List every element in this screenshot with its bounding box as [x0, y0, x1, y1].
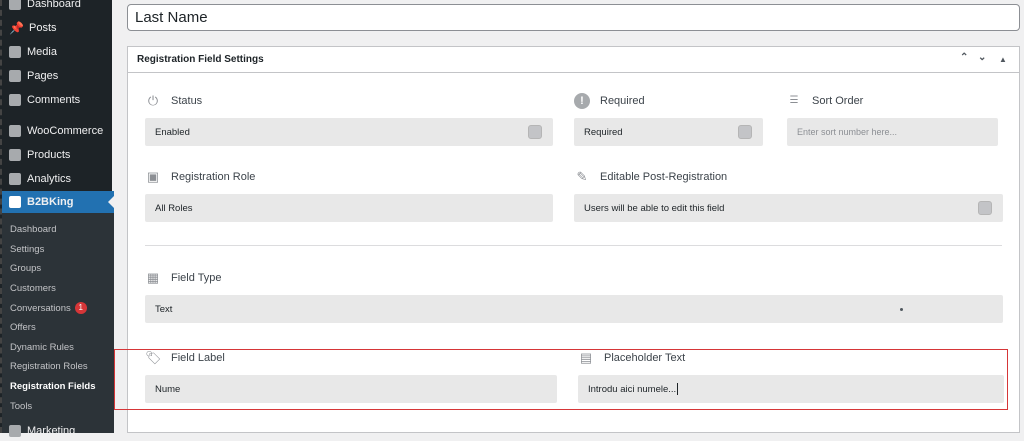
b2bking-submenu: Dashboard Settings Groups Customers Conv…: [2, 213, 114, 437]
submenu-registration-roles[interactable]: Registration Roles: [10, 358, 88, 374]
products-icon: [9, 149, 21, 161]
menu-products[interactable]: Products: [9, 145, 70, 165]
submenu-groups[interactable]: Groups: [10, 260, 41, 276]
edit-icon: ✎: [576, 169, 588, 184]
b2bking-icon: [9, 196, 21, 208]
submenu-dynamic-rules[interactable]: Dynamic Rules: [10, 339, 74, 355]
analytics-icon: [9, 173, 21, 185]
submenu-settings[interactable]: Settings: [10, 241, 44, 257]
field-type-icon: ▦: [146, 270, 160, 285]
section-divider: [145, 245, 1002, 246]
woocommerce-icon: [9, 125, 21, 137]
admin-sidebar: Dashboard 📌 Posts Media Pages Comments Wo…: [0, 0, 114, 437]
menu-analytics[interactable]: Analytics: [9, 169, 71, 189]
registration-role-select[interactable]: All Roles: [145, 194, 553, 222]
menu-comments[interactable]: Comments: [9, 90, 80, 110]
sort-order-input[interactable]: Enter sort number here...: [787, 118, 998, 146]
editable-label: ✎ Editable Post-Registration: [574, 169, 728, 185]
alert-icon: !: [574, 93, 590, 109]
sort-order-label: ☰ Sort Order: [786, 93, 864, 109]
power-icon: ⏻: [147, 93, 159, 108]
menu-posts[interactable]: 📌 Posts: [9, 18, 57, 38]
panel-header: Registration Field Settings ⌃ ⌄ ▲: [128, 47, 1019, 73]
chevron-down-icon[interactable]: ⌄: [978, 52, 986, 63]
marketing-icon: [9, 425, 21, 437]
field-type-select[interactable]: Text: [145, 295, 1003, 323]
field-type-label: ▦ Field Type: [146, 270, 222, 285]
user-card-icon: ▣: [146, 169, 160, 184]
submenu-customers[interactable]: Customers: [10, 280, 56, 296]
comments-icon: [9, 94, 21, 106]
pages-icon: [9, 70, 21, 82]
required-select[interactable]: Required: [574, 118, 763, 146]
menu-media[interactable]: Media: [9, 42, 57, 62]
status-checkbox[interactable]: [528, 125, 542, 139]
required-label: ! Required: [574, 93, 645, 109]
submenu-conversations[interactable]: Conversations 1: [10, 300, 87, 316]
submenu-dashboard[interactable]: Dashboard: [10, 221, 56, 237]
menu-dashboard[interactable]: Dashboard: [9, 0, 81, 14]
menu-marketing[interactable]: Marketing: [9, 421, 75, 441]
menu-b2bking-label[interactable]: B2BKing: [9, 192, 73, 212]
media-icon: [9, 46, 21, 58]
required-checkbox[interactable]: [738, 125, 752, 139]
submenu-registration-fields[interactable]: Registration Fields: [10, 378, 96, 394]
sort-order-icon: ☰: [789, 95, 799, 106]
collapse-toggle-icon[interactable]: ▲: [999, 55, 1007, 64]
status-label: ⏻ Status: [145, 93, 202, 109]
status-select[interactable]: Enabled: [145, 118, 553, 146]
menu-woocommerce[interactable]: WooCommerce: [9, 121, 103, 141]
chevron-up-icon[interactable]: ⌃: [960, 52, 968, 63]
active-arrow: [108, 196, 114, 208]
dashboard-icon: [9, 0, 21, 10]
panel-title: Registration Field Settings: [137, 54, 264, 65]
menu-pages[interactable]: Pages: [9, 66, 58, 86]
pin-icon: 📌: [9, 21, 24, 35]
select-caret-icon: [900, 308, 903, 311]
title-input[interactable]: Last Name: [127, 4, 1020, 31]
highlight-box: [114, 349, 1008, 410]
conversations-badge: 1: [74, 302, 87, 314]
submenu-offers[interactable]: Offers: [10, 319, 36, 335]
editable-checkbox[interactable]: [978, 201, 992, 215]
submenu-tools[interactable]: Tools: [10, 398, 32, 414]
editable-select[interactable]: Users will be able to edit this field: [574, 194, 1003, 222]
registration-role-label: ▣ Registration Role: [146, 169, 256, 184]
